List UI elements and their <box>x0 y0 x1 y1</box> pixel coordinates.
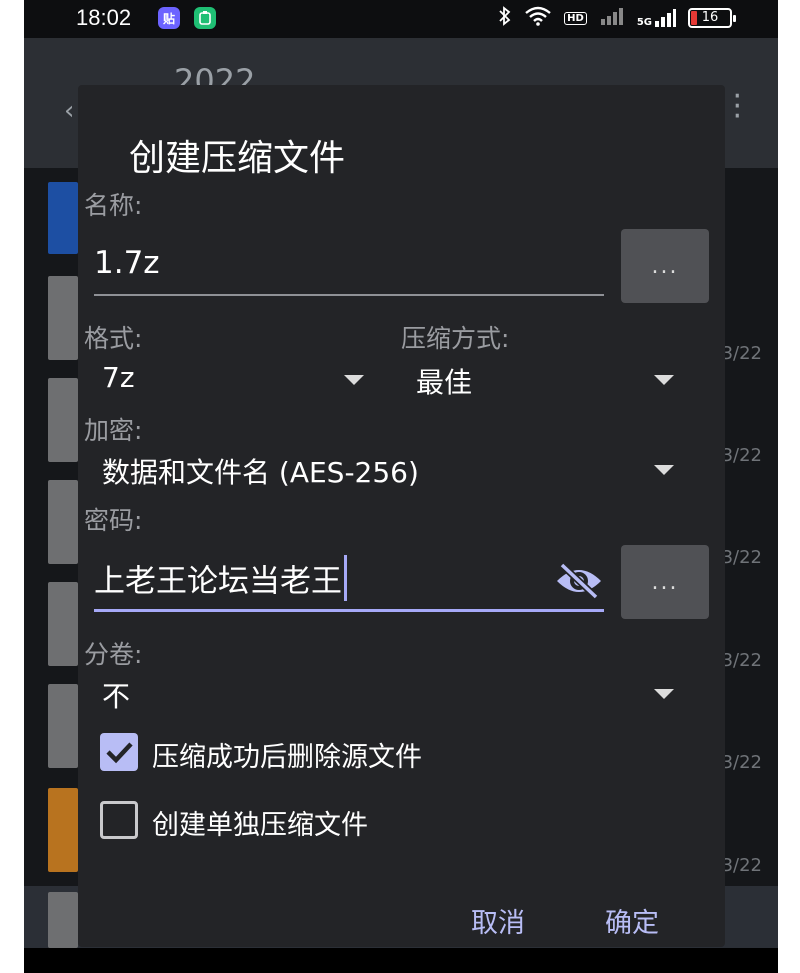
file-date: 3/22 <box>721 445 762 466</box>
password-options-button[interactable]: ... <box>621 545 709 619</box>
delete-source-checkbox[interactable] <box>100 733 138 771</box>
password-label: 密码: <box>84 506 143 535</box>
split-dropdown-icon <box>654 689 674 699</box>
file-thumbnail <box>48 378 78 462</box>
file-thumbnail <box>48 582 78 666</box>
signal-5g-icon: 5G <box>637 8 676 28</box>
encryption-dropdown-icon <box>654 465 674 475</box>
name-label: 名称: <box>84 191 143 220</box>
password-input[interactable]: 上老王论坛当老王 <box>94 555 347 601</box>
file-thumbnail <box>48 684 78 768</box>
file-thumbnail <box>48 480 78 564</box>
format-select[interactable]: 7z <box>94 357 364 403</box>
separate-archive-option[interactable]: 创建单独压缩文件 <box>98 799 658 843</box>
separate-archive-label: 创建单独压缩文件 <box>152 810 368 841</box>
file-date: 3/22 <box>721 855 762 876</box>
ok-button[interactable]: 确定 <box>605 901 659 940</box>
dialog-title: 创建压缩文件 <box>129 138 346 179</box>
format-value: 7z <box>102 361 135 394</box>
browse-location-button[interactable]: ... <box>621 229 709 303</box>
battery-level: 16 <box>701 10 719 25</box>
status-icons: HD 5G 16 <box>498 6 736 30</box>
file-thumbnail <box>48 182 78 254</box>
format-label: 格式: <box>84 324 143 353</box>
encryption-value: 数据和文件名 (AES-256) <box>102 456 419 489</box>
status-bar: 18:02 贴 HD 5G 16 <box>24 0 778 38</box>
back-arrow-icon: ‹ <box>64 96 75 126</box>
name-underline <box>94 294 604 296</box>
file-thumbnail <box>48 788 78 872</box>
delete-source-option[interactable]: 压缩成功后删除源文件 <box>98 731 658 775</box>
format-dropdown-icon <box>344 375 364 385</box>
bluetooth-icon <box>498 6 512 30</box>
status-time: 18:02 <box>76 5 132 30</box>
visibility-off-icon[interactable] <box>554 561 604 605</box>
navigation-bar <box>24 948 778 973</box>
file-date: 3/22 <box>721 547 762 568</box>
file-date: 3/22 <box>721 752 762 773</box>
more-vert-icon: · · · <box>732 79 742 134</box>
split-value: 不 <box>102 680 131 713</box>
separate-archive-checkbox[interactable] <box>100 801 138 839</box>
delete-source-label: 压缩成功后删除源文件 <box>152 742 422 773</box>
archive-name-input[interactable]: 1.7z <box>94 245 160 281</box>
file-date: 3/22 <box>721 650 762 671</box>
network-type-label: 5G <box>636 17 652 28</box>
encryption-select[interactable]: 数据和文件名 (AES-256) <box>94 447 688 493</box>
compression-select[interactable]: 最佳 <box>408 357 688 403</box>
hd-voice-badge: HD <box>564 11 587 25</box>
compression-dropdown-icon <box>654 375 674 385</box>
file-date: 3/22 <box>721 343 762 364</box>
signal-sim1-icon <box>599 6 625 30</box>
compression-value: 最佳 <box>416 366 473 399</box>
split-label: 分卷: <box>84 640 143 669</box>
battery-icon: 16 <box>688 8 736 28</box>
text-cursor <box>344 555 347 601</box>
tieba-app-icon: 贴 <box>158 7 180 29</box>
phone-screen: 18:02 贴 HD 5G 16 ‹ 2022 · · · 3/22 3/22 … <box>24 0 778 973</box>
password-underline <box>94 609 604 612</box>
file-thumbnail <box>48 892 78 948</box>
file-thumbnail <box>48 276 78 360</box>
app-notification-icon <box>194 7 216 29</box>
password-text: 上老王论坛当老王 <box>94 563 342 600</box>
encryption-label: 加密: <box>84 416 143 445</box>
create-archive-dialog: 创建压缩文件 名称: 1.7z ... 格式: 压缩方式: 7z 最佳 加密: … <box>78 85 725 947</box>
compression-label: 压缩方式: <box>401 324 510 353</box>
split-select[interactable]: 不 <box>94 671 688 717</box>
battery-fill <box>691 11 697 25</box>
wifi-icon <box>524 6 552 30</box>
cancel-button[interactable]: 取消 <box>471 901 525 940</box>
